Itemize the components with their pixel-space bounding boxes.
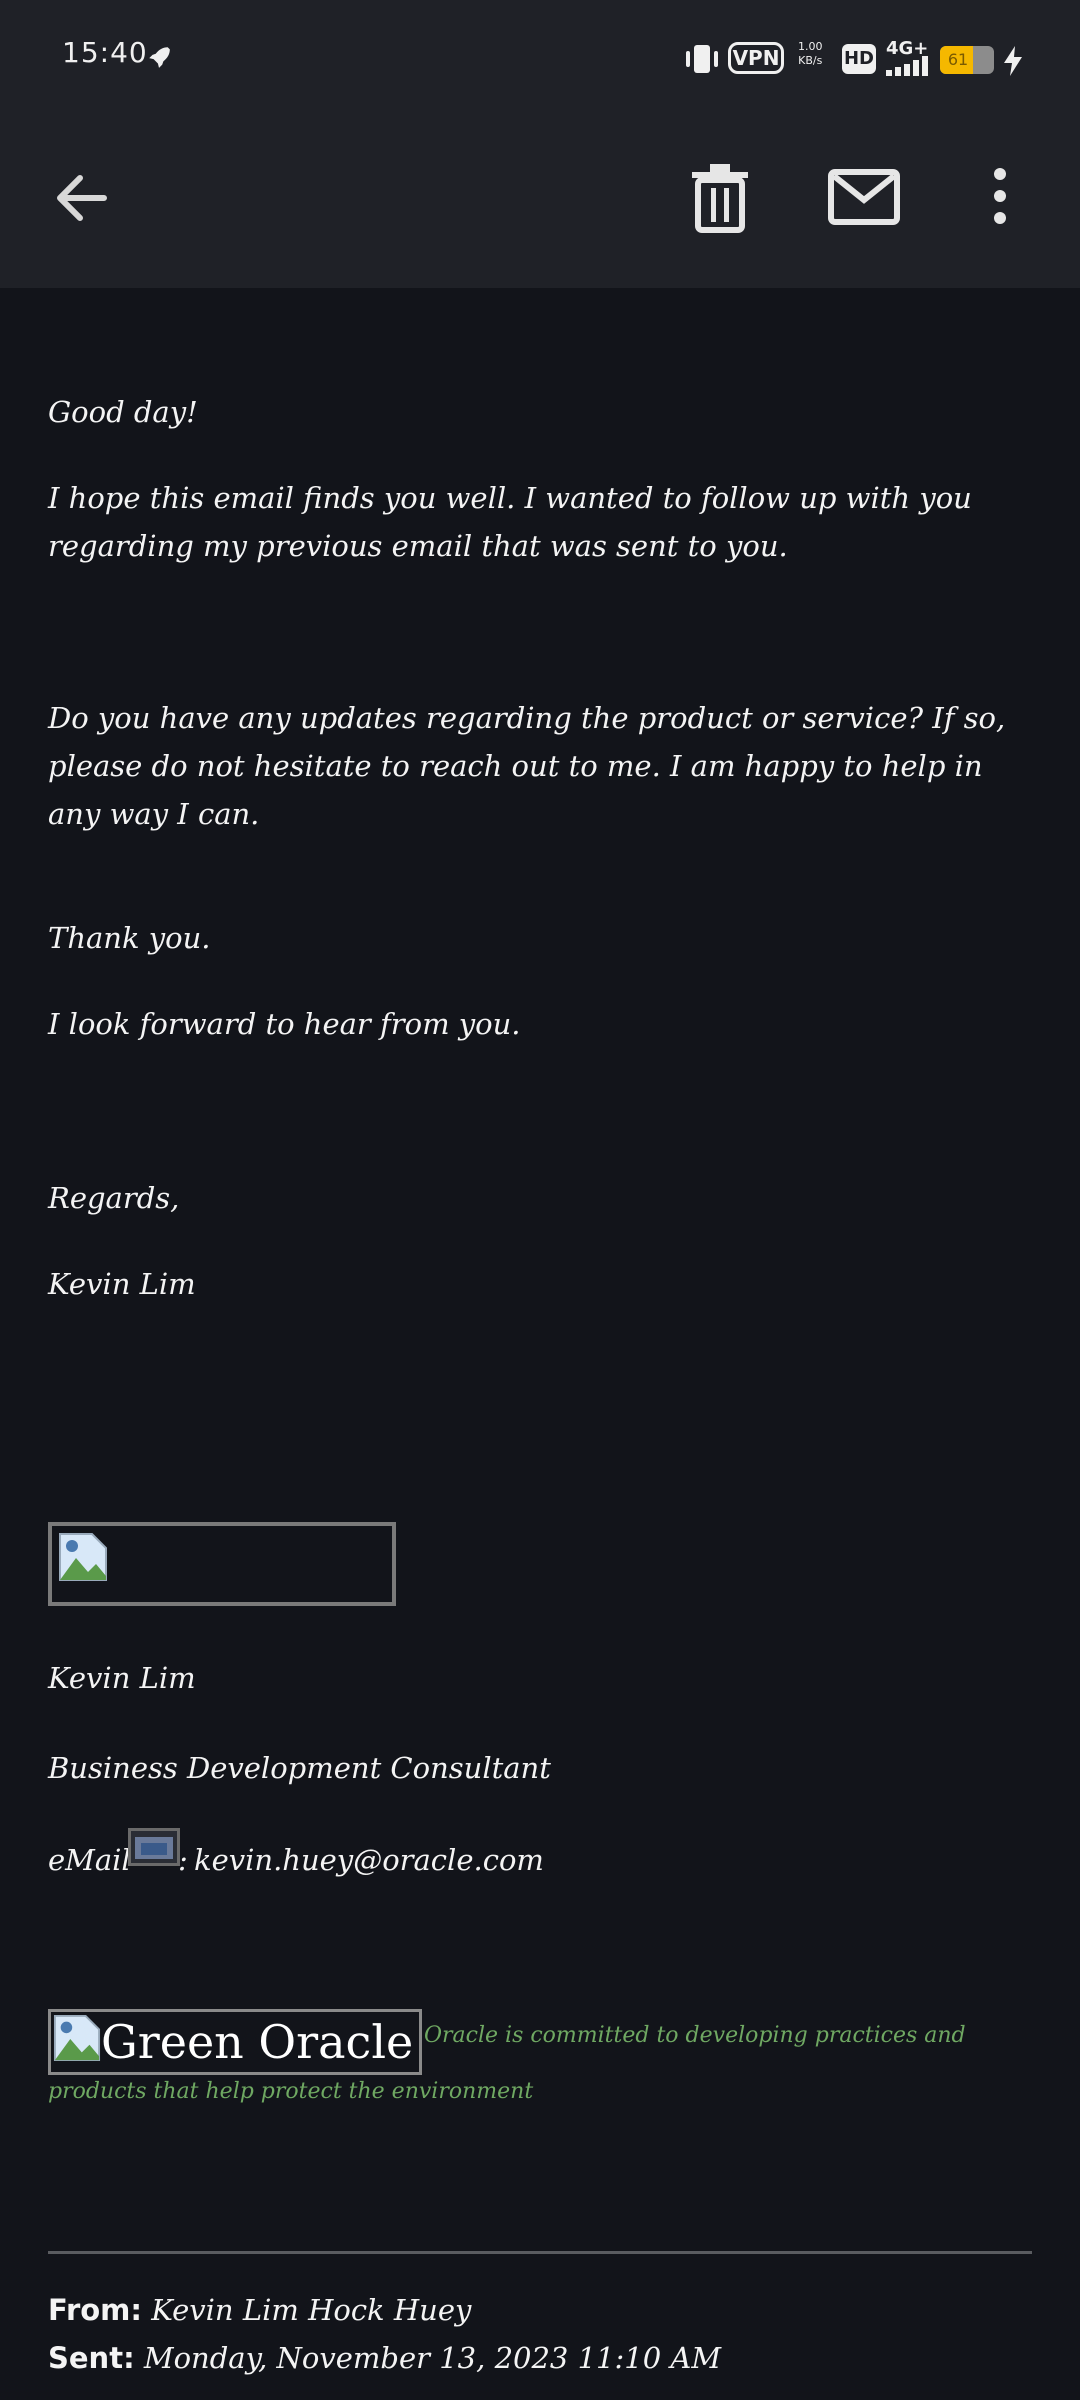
regards-text: Regards, xyxy=(48,1181,180,1215)
mark-unread-button[interactable] xyxy=(826,166,902,230)
network-speed-unit: KB/s xyxy=(798,54,823,67)
broken-image-icon xyxy=(135,1837,173,1859)
vibrate-icon xyxy=(686,45,718,73)
app-bar xyxy=(0,120,1080,288)
more-vert-icon xyxy=(994,168,1006,224)
email-inline-image[interactable] xyxy=(128,1828,180,1866)
sent-line: Sent: Monday, November 13, 2023 11:10 AM xyxy=(48,2334,1038,2382)
email-address-link[interactable]: kevin.huey@oracle.com xyxy=(194,1836,794,1884)
greeting-text: Good day! xyxy=(48,395,198,429)
delete-button[interactable] xyxy=(686,162,754,234)
network-speed: 1.00 KB/s xyxy=(798,40,823,68)
delete-icon xyxy=(692,164,748,233)
from-value: Kevin Lim Hock Huey xyxy=(151,2293,472,2327)
charging-bolt-icon xyxy=(1004,46,1022,76)
battery-indicator: 61 xyxy=(940,46,994,74)
email-body: Good day! I hope this email finds you we… xyxy=(0,288,1080,2400)
sent-value: Monday, November 13, 2023 11:10 AM xyxy=(143,2341,722,2375)
status-bar: 15:40 VPN 1.00 KB/s HD 4G+ 61 xyxy=(0,0,1080,120)
more-options-button[interactable] xyxy=(980,162,1020,234)
vpn-badge: VPN xyxy=(728,42,784,74)
broken-image-icon xyxy=(59,1533,107,1581)
signature-image[interactable] xyxy=(48,1522,396,1606)
back-arrow-icon xyxy=(57,175,107,221)
status-time: 15:40 xyxy=(62,36,148,69)
signal-strength-icon xyxy=(886,56,928,76)
from-label: From: xyxy=(48,2293,142,2327)
email-label: eMail xyxy=(48,1843,131,1877)
signature-name: Kevin Lim xyxy=(48,1661,196,1695)
signature-title: Business Development Consultant xyxy=(48,1751,551,1785)
body-paragraph-1: I hope this email finds you well. I want… xyxy=(48,481,972,563)
mail-icon xyxy=(828,169,900,225)
body-paragraph-2: Do you have any updates regarding the pr… xyxy=(48,701,1006,831)
look-forward-text: I look forward to hear from you. xyxy=(48,1007,521,1041)
sent-label: Sent: xyxy=(48,2341,135,2375)
hd-badge: HD xyxy=(842,44,876,74)
rocket-icon xyxy=(149,47,170,68)
sender-name-text: Kevin Lim xyxy=(48,1267,196,1301)
from-line: From: Kevin Lim Hock Huey xyxy=(48,2286,1038,2334)
battery-level: 61 xyxy=(947,50,969,69)
green-statement: Oracle is committed to developing practi… xyxy=(48,2023,966,2104)
back-button[interactable] xyxy=(50,166,114,230)
network-speed-value: 1.00 xyxy=(798,40,823,53)
thanks-text: Thank you. xyxy=(48,921,211,955)
quote-divider xyxy=(48,2251,1032,2254)
